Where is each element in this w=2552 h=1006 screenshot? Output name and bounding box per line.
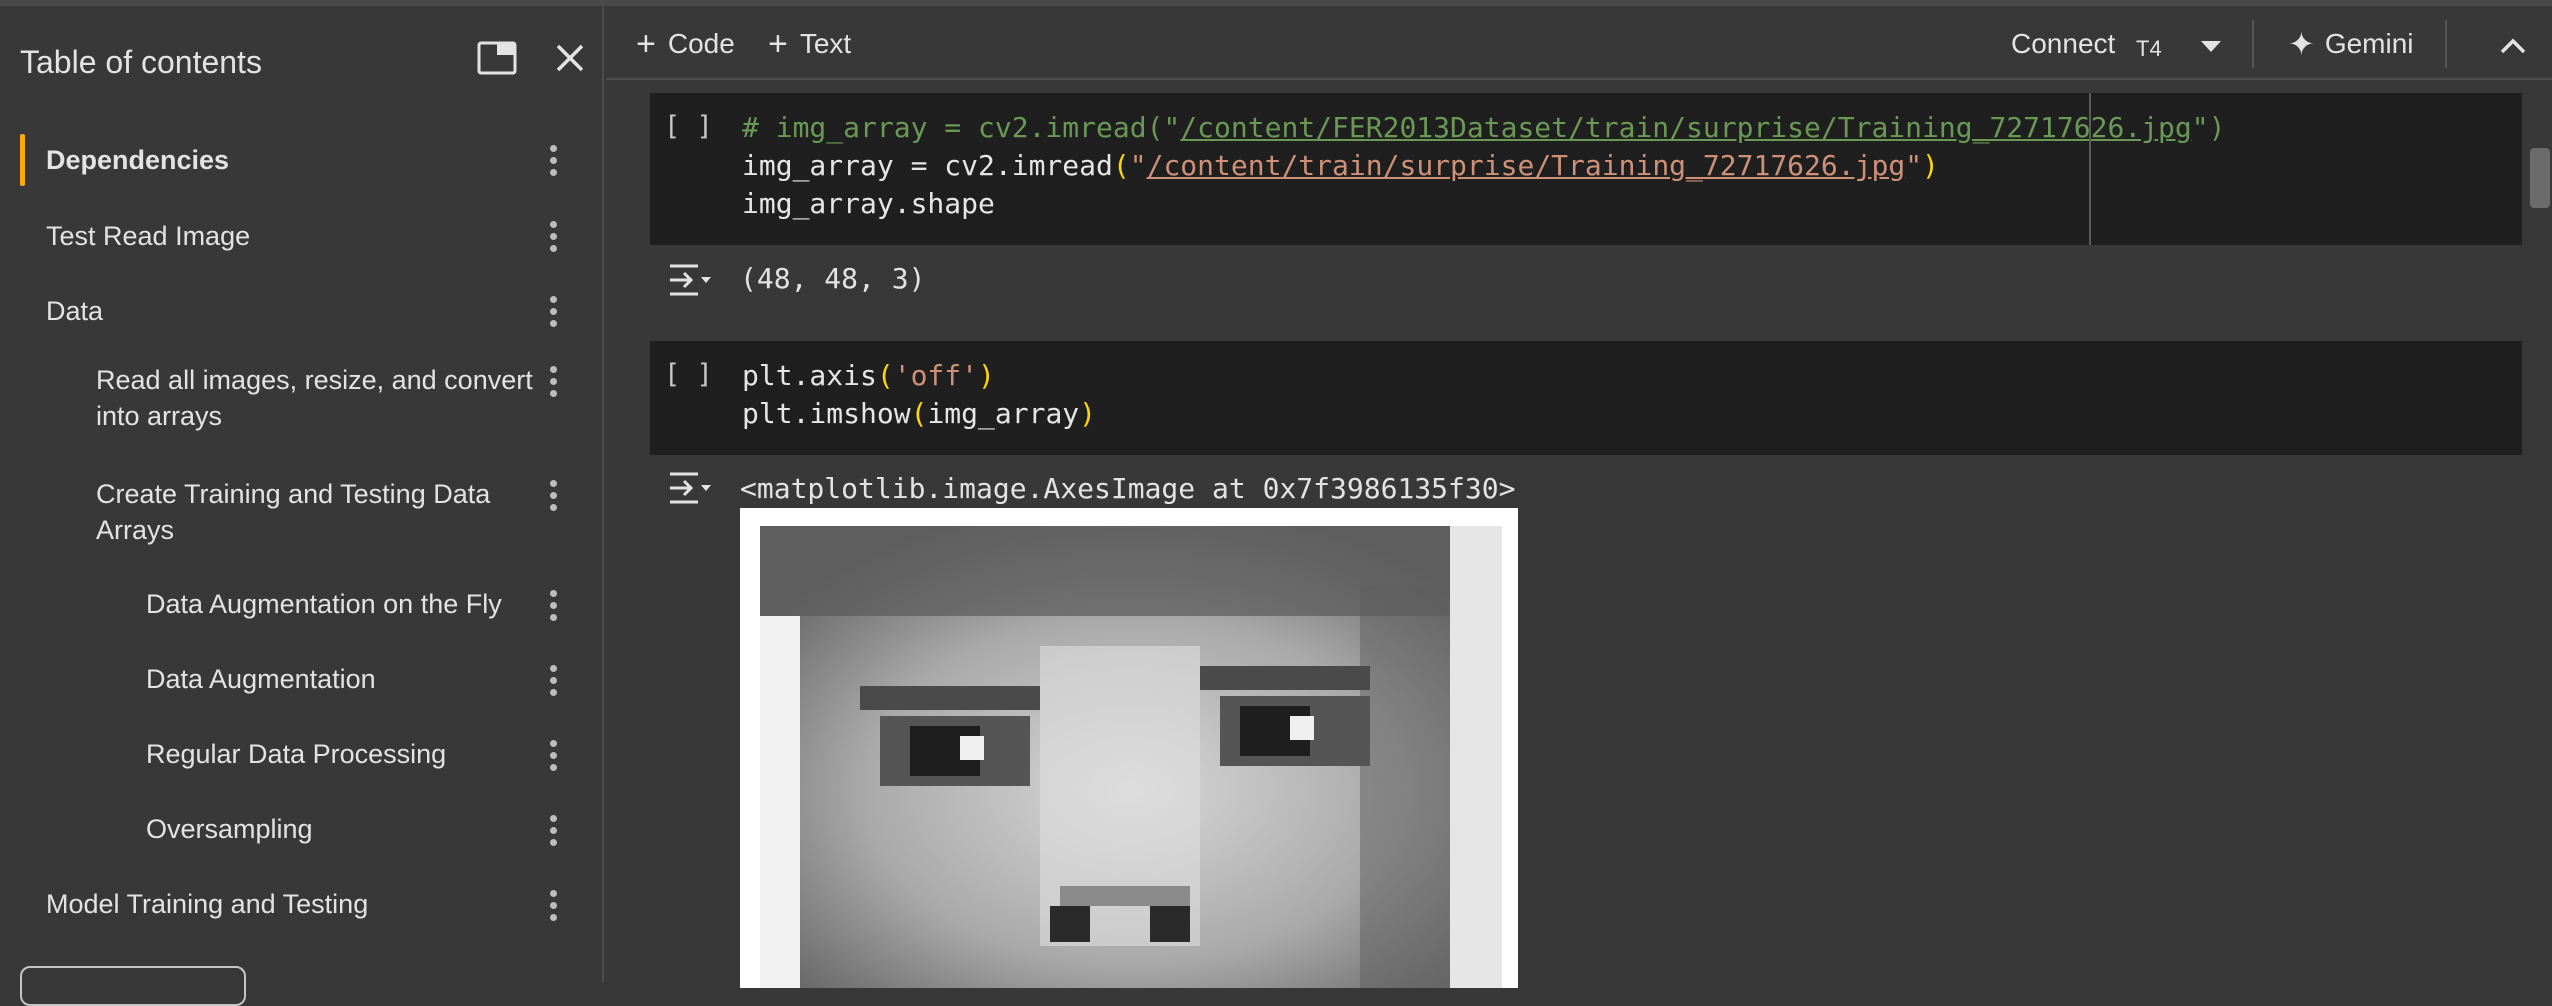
face-image	[760, 526, 1502, 988]
plus-icon: +	[636, 25, 656, 63]
toc-title: Table of contents	[20, 44, 262, 80]
kebab-menu-icon[interactable]	[538, 288, 568, 334]
kebab-menu-icon[interactable]	[538, 472, 568, 518]
toc-item-read-all-images[interactable]: Read all images, resize, and convert int…	[0, 362, 604, 442]
add-text-label: Text	[799, 28, 852, 59]
code-line[interactable]: # img_array = cv2.imread("/content/FER20…	[742, 109, 2225, 147]
run-cell-button[interactable]: [ ]	[664, 111, 713, 142]
plus-icon: +	[768, 25, 788, 63]
add-text-button[interactable]: + Text	[768, 24, 851, 64]
toc-item-label-line2: into arrays	[96, 401, 223, 431]
kebab-menu-icon[interactable]	[538, 213, 568, 259]
run-cell-button[interactable]: [ ]	[664, 359, 713, 390]
kebab-menu-icon[interactable]	[538, 882, 568, 928]
kebab-menu-icon[interactable]	[538, 807, 568, 853]
toc-item-label: Oversampling	[146, 814, 313, 844]
toc-item-label: Model Training and Testing	[46, 889, 369, 919]
table-of-contents-panel: Table of contents Dependencies Test Read…	[0, 6, 604, 1006]
notebook-scrollbar[interactable]	[2530, 148, 2550, 208]
cell-output: (48, 48, 3)	[740, 262, 926, 295]
toc-item-label: Test Read Image	[46, 221, 251, 251]
chevron-down-icon[interactable]	[2196, 32, 2226, 62]
toc-item-label: Regular Data Processing	[146, 739, 447, 769]
toc-item-label: Dependencies	[46, 145, 230, 175]
gemini-label: Gemini	[2324, 28, 2414, 59]
toc-item-label-line2: Arrays	[96, 515, 175, 545]
cell-output: <matplotlib.image.AxesImage at 0x7f39861…	[740, 472, 1516, 505]
toc-item-data-augmentation[interactable]: Data Augmentation	[0, 657, 604, 709]
toolbar-divider	[2445, 20, 2447, 68]
toc-item-label-line1: Read all images, resize, and convert	[96, 365, 533, 395]
add-code-label: Code	[667, 28, 735, 59]
toc-item-regular-data-processing[interactable]: Regular Data Processing	[0, 732, 604, 784]
toolbar-divider	[2252, 20, 2254, 68]
toc-item-label: Data	[46, 296, 104, 326]
toc-item-data-augmentation-fly[interactable]: Data Augmentation on the Fly	[0, 582, 604, 634]
kebab-menu-icon[interactable]	[538, 657, 568, 703]
toc-item-test-read-image[interactable]: Test Read Image	[0, 210, 604, 262]
add-section-button[interactable]	[20, 966, 246, 1006]
close-icon[interactable]	[548, 36, 592, 80]
toc-item-dependencies[interactable]: Dependencies	[0, 134, 604, 186]
code-line[interactable]: img_array = cv2.imread("/content/train/s…	[742, 147, 1939, 185]
active-indicator	[20, 134, 25, 186]
kebab-menu-icon[interactable]	[538, 137, 568, 183]
chevron-up-icon[interactable]	[2493, 26, 2533, 66]
toc-item-label: Data Augmentation	[146, 664, 376, 694]
toc-item-label: Data Augmentation on the Fly	[146, 589, 502, 619]
output-toggle-icon[interactable]	[668, 468, 712, 508]
code-cell[interactable]: [ ] # img_array = cv2.imread("/content/F…	[650, 93, 2522, 245]
kebab-menu-icon[interactable]	[538, 358, 568, 404]
kebab-menu-icon[interactable]	[538, 732, 568, 778]
runtime-type-label: T4	[2136, 36, 2162, 61]
image-output	[740, 508, 1518, 988]
notebook-toolbar: + Code + Text Connect T4 ✦ Gemini	[606, 6, 2552, 80]
cell-ruler	[2089, 93, 2091, 245]
code-line[interactable]: plt.axis('off')	[742, 357, 995, 395]
toc-item-model-training-testing[interactable]: Model Training and Testing	[0, 882, 604, 934]
connect-label: Connect	[2011, 28, 2116, 59]
add-code-button[interactable]: + Code	[636, 24, 735, 64]
toc-item-oversampling[interactable]: Oversampling	[0, 807, 604, 859]
kebab-menu-icon[interactable]	[538, 582, 568, 628]
code-line[interactable]: plt.imshow(img_array)	[742, 395, 1096, 433]
connect-button[interactable]: Connect	[2011, 24, 2115, 64]
gemini-sparkle-icon: ✦	[2288, 26, 2315, 62]
toc-item-label-line1: Create Training and Testing Data	[96, 479, 491, 509]
toc-item-data[interactable]: Data	[0, 285, 604, 337]
gemini-button[interactable]: ✦ Gemini	[2288, 24, 2414, 64]
output-toggle-icon[interactable]	[668, 260, 712, 300]
code-line[interactable]: img_array.shape	[742, 185, 995, 223]
popout-icon[interactable]	[475, 36, 519, 80]
code-cell[interactable]: [ ] plt.axis('off') plt.imshow(img_array…	[650, 341, 2522, 455]
toc-item-create-training-testing[interactable]: Create Training and Testing Data Arrays	[0, 476, 604, 556]
